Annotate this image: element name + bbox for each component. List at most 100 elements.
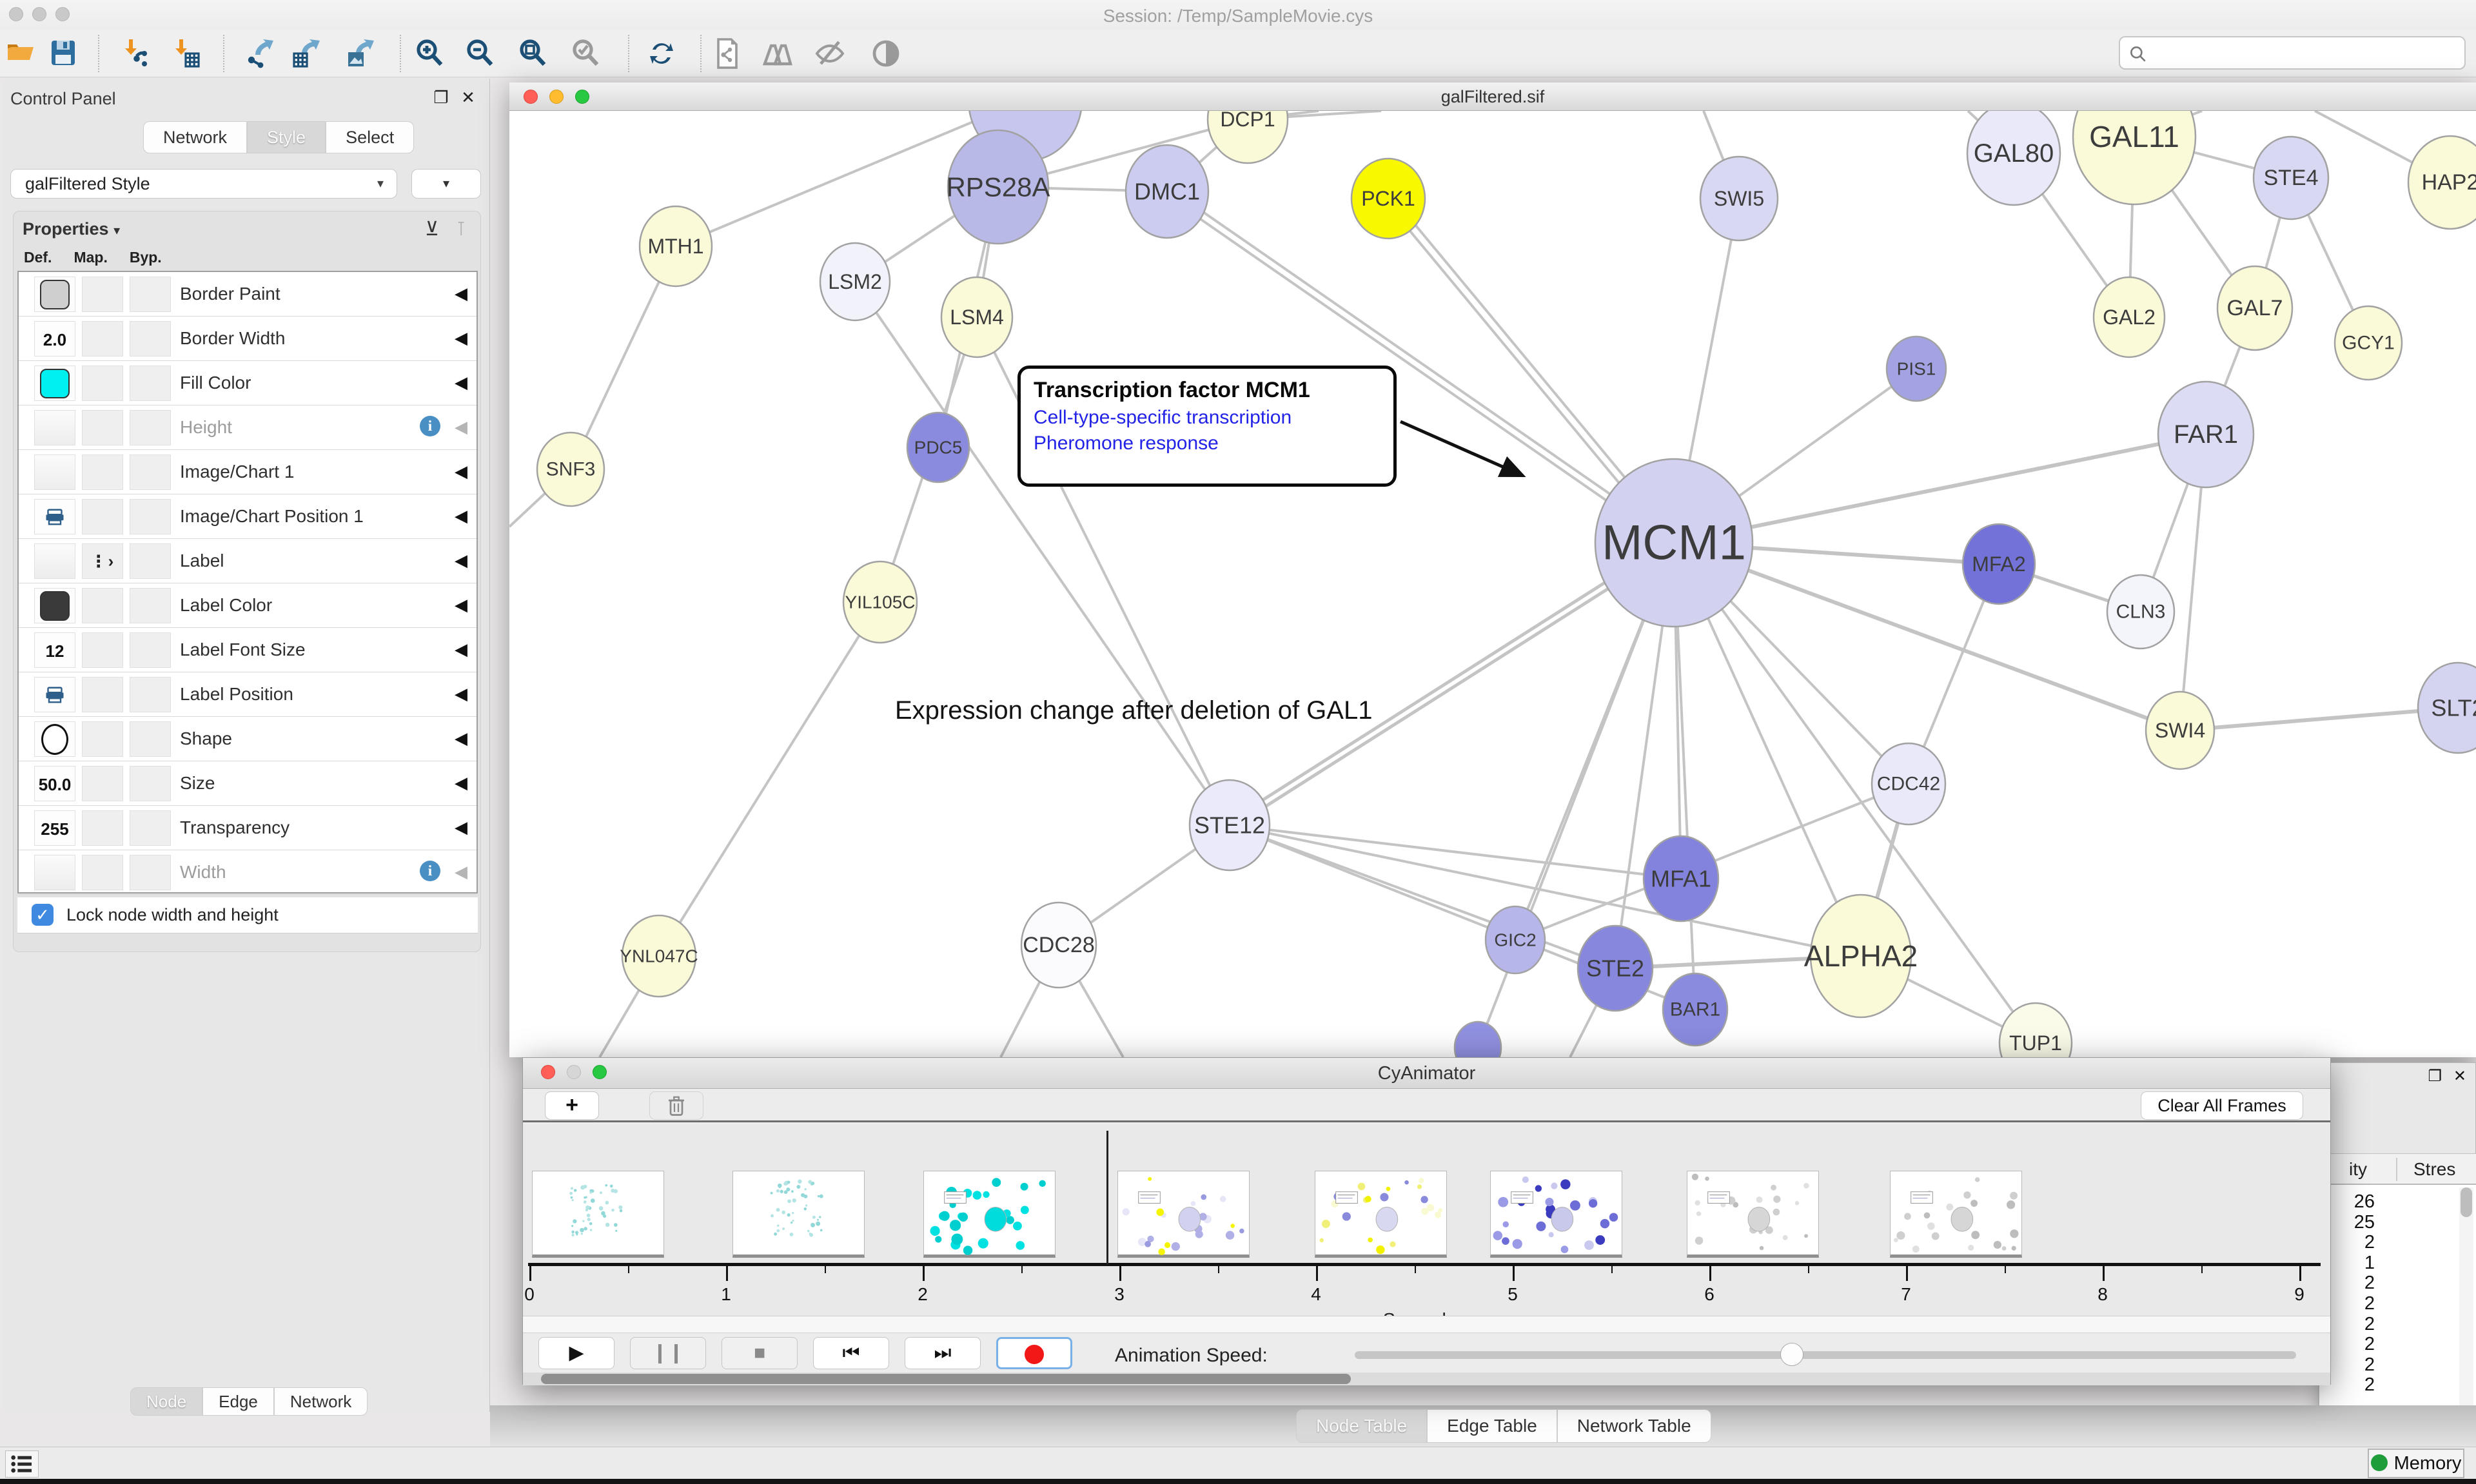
bypass-cell[interactable]	[130, 499, 171, 534]
property-row-label[interactable]: ⋮›Label◀	[19, 539, 477, 583]
skip-to-start-button[interactable]: ⏮	[813, 1337, 889, 1369]
export-table-icon[interactable]	[291, 38, 322, 69]
default-value-cell[interactable]: 50.0	[34, 766, 75, 801]
expand-row-icon[interactable]: ◀	[455, 862, 467, 882]
expand-row-icon[interactable]: ◀	[455, 417, 467, 437]
close-panel-icon[interactable]: ✕	[2453, 1067, 2466, 1086]
default-value-cell[interactable]	[34, 855, 75, 890]
property-row-image-chart-1[interactable]: Image/Chart 1◀	[19, 450, 477, 494]
network-node-GAL11[interactable]: GAL11	[2073, 111, 2196, 204]
export-image-icon[interactable]	[346, 38, 377, 69]
property-row-image-chart-position-1[interactable]: Image/Chart Position 1◀	[19, 494, 477, 539]
property-row-label-font-size[interactable]: 12Label Font Size◀	[19, 628, 477, 672]
mapping-cell[interactable]	[82, 410, 123, 445]
expand-row-icon[interactable]: ◀	[455, 328, 467, 348]
property-row-height[interactable]: Heighti◀	[19, 405, 477, 450]
memory-button[interactable]: Memory	[2368, 1449, 2464, 1478]
animation-speed-slider[interactable]	[1355, 1351, 2296, 1359]
bypass-cell[interactable]	[130, 721, 171, 757]
mapping-cell[interactable]	[82, 366, 123, 401]
network-node-RPS28A[interactable]: RPS28A	[946, 130, 1050, 244]
expand-row-icon[interactable]: ◀	[455, 462, 467, 482]
network-node-MTH1[interactable]: MTH1	[640, 206, 712, 286]
zoom-in-icon[interactable]	[415, 38, 446, 69]
bypass-cell[interactable]	[130, 543, 171, 579]
default-value-cell[interactable]	[34, 543, 75, 579]
network-node-YIL105C[interactable]: YIL105C	[843, 561, 917, 643]
mapping-cell[interactable]	[82, 721, 123, 757]
network-edge[interactable]	[1223, 543, 1667, 825]
info-icon[interactable]: i	[420, 416, 440, 436]
tab-style[interactable]: Style	[247, 121, 326, 153]
bypass-cell[interactable]	[130, 454, 171, 490]
property-row-label-position[interactable]: Label Position◀	[19, 672, 477, 717]
expression-text-annotation[interactable]: Expression change after deletion of GAL1	[895, 696, 1372, 725]
expand-row-icon[interactable]: ◀	[455, 684, 467, 704]
mapping-cell[interactable]	[82, 277, 123, 312]
timeline-scrollbar[interactable]	[523, 1372, 2330, 1385]
network-node-PCK1[interactable]: PCK1	[1351, 159, 1425, 239]
mapping-cell[interactable]	[82, 766, 123, 801]
expand-row-icon[interactable]: ◀	[455, 639, 467, 659]
scrollbar-thumb[interactable]	[541, 1374, 1351, 1384]
animation-frame-1[interactable]	[732, 1171, 865, 1258]
default-value-cell[interactable]	[34, 410, 75, 445]
network-edge[interactable]	[2180, 708, 2458, 730]
network-node-PDC5[interactable]: PDC5	[907, 413, 969, 482]
network-node-DMC1[interactable]: DMC1	[1126, 145, 1208, 238]
network-node-LSM4[interactable]: LSM4	[941, 277, 1012, 357]
network-node-SWI4[interactable]: SWI4	[2146, 692, 2214, 769]
bypass-cell[interactable]	[130, 810, 171, 846]
column-header[interactable]: Stres	[2413, 1159, 2455, 1180]
expand-row-icon[interactable]: ◀	[455, 595, 467, 615]
network-node-GCY1[interactable]: GCY1	[2335, 306, 2402, 380]
open-folder-icon[interactable]	[6, 38, 37, 69]
mapping-cell[interactable]	[82, 632, 123, 668]
timeline-playhead[interactable]	[1106, 1131, 1108, 1264]
slider-thumb[interactable]	[1780, 1343, 1803, 1366]
network-node-SNF3[interactable]: SNF3	[537, 433, 604, 506]
network-node-BAR1[interactable]: BAR1	[1663, 973, 1727, 1046]
network-node-STE2[interactable]: STE2	[1578, 926, 1653, 1011]
cyanimator-timeline[interactable]: Seconds 0123456789	[523, 1124, 2330, 1316]
default-value-cell[interactable]	[34, 454, 75, 490]
mapping-cell[interactable]	[82, 499, 123, 534]
network-node-SWI5[interactable]: SWI5	[1700, 157, 1778, 240]
network-node-FAR1[interactable]: FAR1	[2158, 382, 2254, 487]
expand-row-icon[interactable]: ◀	[455, 773, 467, 793]
style-selector[interactable]: galFiltered Style▾	[10, 169, 397, 199]
column-header[interactable]: ity	[2349, 1159, 2367, 1180]
animation-frame-7[interactable]	[1890, 1171, 2022, 1258]
network-edge[interactable]	[1230, 825, 1615, 968]
network-node-HAP2[interactable]: HAP2	[2408, 136, 2476, 229]
save-session-icon[interactable]	[48, 38, 79, 69]
network-node-STE4[interactable]: STE4	[2254, 137, 2328, 219]
network-node-CDC42[interactable]: CDC42	[1872, 743, 1945, 825]
tab-network-table[interactable]: Network Table	[1557, 1409, 1711, 1443]
zoom-fit-icon[interactable]	[518, 38, 549, 69]
animation-frame-5[interactable]	[1490, 1171, 1622, 1258]
network-node-small1[interactable]	[1455, 1022, 1501, 1057]
expand-row-icon[interactable]: ◀	[455, 506, 467, 526]
network-node-TUP1[interactable]: TUP1	[1999, 1003, 2072, 1057]
bypass-cell[interactable]	[130, 766, 171, 801]
network-edge[interactable]	[659, 602, 880, 956]
network-node-GAL2[interactable]: GAL2	[2094, 277, 2165, 357]
tab-node-table[interactable]: Node Table	[1296, 1409, 1427, 1443]
delete-frame-button[interactable]	[649, 1091, 703, 1120]
mapping-cell[interactable]	[82, 588, 123, 623]
style-options-button[interactable]: ▾	[411, 169, 481, 199]
default-value-cell[interactable]: 255	[34, 810, 75, 846]
mapping-cell[interactable]	[82, 855, 123, 890]
default-value-cell[interactable]	[34, 721, 75, 757]
animation-frame-4[interactable]	[1315, 1171, 1447, 1258]
network-node-ALPHA2[interactable]: ALPHA2	[1804, 895, 1918, 1017]
import-network-icon[interactable]	[120, 38, 151, 69]
bypass-cell[interactable]	[130, 321, 171, 356]
tab-network[interactable]: Network	[143, 121, 247, 153]
default-value-cell[interactable]	[34, 588, 75, 623]
expand-row-icon[interactable]: ◀	[455, 817, 467, 837]
style-tab-node[interactable]: Node	[130, 1387, 202, 1416]
search-input[interactable]	[2157, 40, 2454, 66]
skip-to-end-button[interactable]: ⏭	[905, 1337, 981, 1369]
